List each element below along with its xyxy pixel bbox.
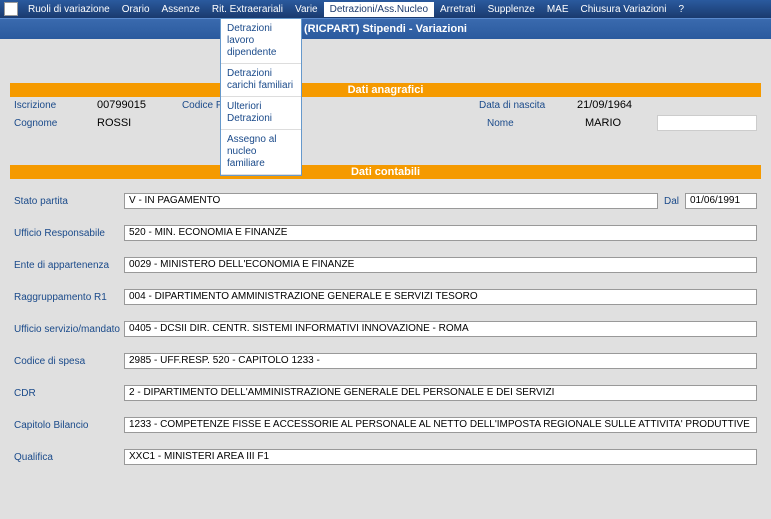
anagrafici-header: Dati anagrafici — [10, 83, 761, 97]
menu-varie[interactable]: Varie — [289, 4, 324, 15]
detrazioni-dropdown: Detrazioni lavoro dipendente Detrazioni … — [220, 18, 302, 176]
qualifica-row: Qualifica XXC1 - MINISTERI AREA III F1 — [10, 447, 761, 467]
menu-help[interactable]: ? — [672, 4, 690, 15]
ufficio-responsabile-row: Ufficio Responsabile 520 - MIN. ECONOMIA… — [10, 223, 761, 243]
ufficio-responsabile-field[interactable]: 520 - MIN. ECONOMIA E FINANZE — [124, 225, 757, 241]
cdr-label: CDR — [14, 388, 124, 399]
dal-label: Dal — [664, 196, 679, 207]
nome-field[interactable]: MARIO — [585, 117, 645, 129]
qualifica-label: Qualifica — [14, 452, 124, 463]
app-menu-button[interactable] — [4, 2, 18, 16]
ente-field[interactable]: 0029 - MINISTERO DELL'ECONOMIA E FINANZE — [124, 257, 757, 273]
cdr-field[interactable]: 2 - DIPARTIMENTO DELL'AMMINISTRAZIONE GE… — [124, 385, 757, 401]
menu-rit[interactable]: Rit. Extraerariali — [206, 4, 289, 15]
qualifica-field[interactable]: XXC1 - MINISTERI AREA III F1 — [124, 449, 757, 465]
nome-label: Nome — [487, 118, 577, 129]
ufficio-responsabile-label: Ufficio Responsabile — [14, 228, 124, 239]
ufficio-servizio-field[interactable]: 0405 - DCSII DIR. CENTR. SISTEMI INFORMA… — [124, 321, 757, 337]
codice-spesa-field[interactable]: 2985 - UFF.RESP. 520 - CAPITOLO 1233 - — [124, 353, 757, 369]
stato-partita-row: Stato partita V - IN PAGAMENTO Dal 01/06… — [10, 191, 761, 211]
ufficio-servizio-label: Ufficio servizio/mandato — [14, 324, 124, 335]
menu-supplenze[interactable]: Supplenze — [482, 4, 541, 15]
nome-field-extra[interactable] — [657, 115, 757, 131]
codice-spesa-row: Codice di spesa 2985 - UFF.RESP. 520 - C… — [10, 351, 761, 371]
menu-mae[interactable]: MAE — [541, 4, 575, 15]
dropdown-detrazioni-lavoro[interactable]: Detrazioni lavoro dipendente — [221, 19, 301, 64]
cdr-row: CDR 2 - DIPARTIMENTO DELL'AMMINISTRAZION… — [10, 383, 761, 403]
menu-detrazioni[interactable]: Detrazioni/Ass.Nucleo — [324, 2, 434, 17]
ente-row: Ente di appartenenza 0029 - MINISTERO DE… — [10, 255, 761, 275]
capitolo-field[interactable]: 1233 - COMPETENZE FISSE E ACCESSORIE AL … — [124, 417, 757, 433]
iscrizione-label: Iscrizione — [14, 100, 89, 111]
stato-partita-field[interactable]: V - IN PAGAMENTO — [124, 193, 658, 209]
contabili-header: Dati contabili — [10, 165, 761, 179]
menu-assenze[interactable]: Assenze — [156, 4, 206, 15]
dropdown-ulteriori[interactable]: Ulteriori Detrazioni — [221, 97, 301, 130]
window-title: (RICPART) Stipendi - Variazioni — [0, 18, 771, 39]
cognome-label: Cognome — [14, 118, 89, 129]
raggruppamento-field[interactable]: 004 - DIPARTIMENTO AMMINISTRAZIONE GENER… — [124, 289, 757, 305]
ufficio-servizio-row: Ufficio servizio/mandato 0405 - DCSII DI… — [10, 319, 761, 339]
anag-row-1: Iscrizione 00799015 Codice Fiscale Data … — [10, 97, 761, 113]
capitolo-row: Capitolo Bilancio 1233 - COMPETENZE FISS… — [10, 415, 761, 435]
dropdown-assegno[interactable]: Assegno al nucleo familiare — [221, 130, 301, 175]
codice-spesa-label: Codice di spesa — [14, 356, 124, 367]
data-nascita-field[interactable]: 21/09/1964 — [577, 99, 649, 111]
raggruppamento-row: Raggruppamento R1 004 - DIPARTIMENTO AMM… — [10, 287, 761, 307]
menu-arretrati[interactable]: Arretrati — [434, 4, 482, 15]
dal-field[interactable]: 01/06/1991 — [685, 193, 757, 209]
menubar: Ruoli di variazione Orario Assenze Rit. … — [0, 0, 771, 18]
cognome-field[interactable]: ROSSI — [97, 117, 157, 129]
anag-row-2: Cognome ROSSI Nome MARIO — [10, 113, 761, 133]
dropdown-detrazioni-carichi[interactable]: Detrazioni carichi familiari — [221, 64, 301, 97]
menu-orario[interactable]: Orario — [116, 4, 156, 15]
ente-label: Ente di appartenenza — [14, 260, 124, 271]
raggruppamento-label: Raggruppamento R1 — [14, 292, 124, 303]
stato-partita-label: Stato partita — [14, 196, 124, 207]
capitolo-label: Capitolo Bilancio — [14, 420, 124, 431]
menu-ruoli[interactable]: Ruoli di variazione — [22, 4, 116, 15]
menu-chiusura[interactable]: Chiusura Variazioni — [575, 4, 673, 15]
iscrizione-field[interactable]: 00799015 — [97, 99, 146, 111]
data-nascita-label: Data di nascita — [479, 100, 569, 111]
